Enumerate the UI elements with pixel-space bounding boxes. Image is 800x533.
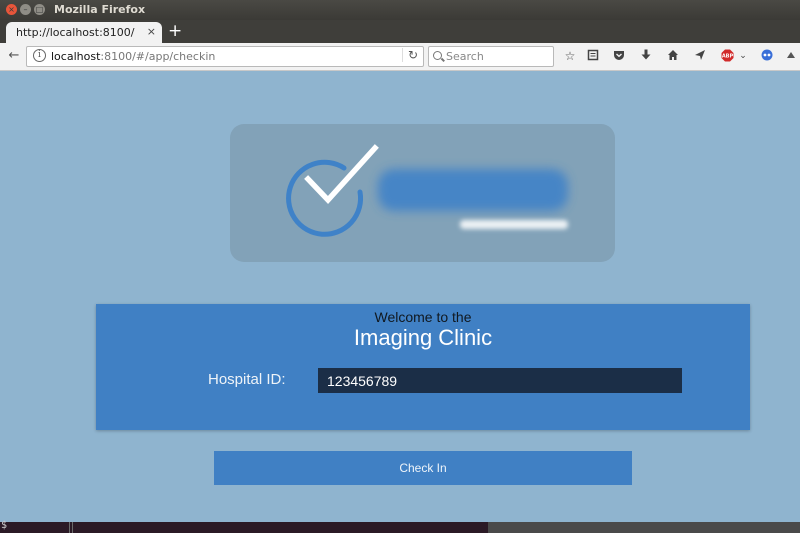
search-icon (433, 51, 442, 60)
welcome-card: Welcome to the Imaging Clinic Hospital I… (96, 304, 750, 430)
url-path: :8100/#/app/checkin (100, 50, 216, 63)
bookmark-star-icon[interactable]: ☆ (563, 49, 577, 63)
tab-bar: http://localhost:8100/ × + (0, 20, 800, 43)
url-text[interactable]: localhost:8100/#/app/checkin (51, 50, 215, 63)
terminal-divider-2 (72, 522, 73, 533)
search-box[interactable]: Search (428, 46, 554, 67)
terminal-prompt: $ (1, 520, 8, 531)
hospital-id-label: Hospital ID: (208, 371, 286, 388)
share-icon[interactable] (693, 49, 707, 63)
terminal-strip: $ (0, 520, 800, 533)
logo-card (230, 124, 615, 262)
search-placeholder: Search (446, 50, 484, 63)
tab-title: http://localhost:8100/ (16, 26, 135, 39)
checkmark-logo-icon (286, 144, 568, 237)
tab-close-icon[interactable]: × (147, 25, 156, 38)
back-arrow-icon[interactable]: ← (6, 48, 22, 64)
window-close-icon[interactable]: × (6, 4, 17, 15)
terminal-right-pane (488, 522, 800, 533)
info-icon[interactable]: i (33, 49, 46, 62)
reload-icon[interactable]: ↻ (401, 48, 418, 62)
extension-icon-2[interactable] (784, 49, 798, 63)
window-maximize-icon[interactable]: □ (34, 4, 45, 15)
terminal-divider (69, 522, 70, 533)
home-icon[interactable] (666, 49, 680, 63)
reading-list-icon[interactable] (586, 49, 600, 63)
tab-localhost[interactable]: http://localhost:8100/ × (6, 22, 162, 43)
url-host: localhost (51, 50, 101, 63)
navigation-bar: ← i localhost:8100/#/app/checkin ↻ Searc… (0, 43, 800, 71)
extension-icon[interactable] (760, 49, 774, 63)
welcome-text: Welcome to the (374, 309, 472, 325)
url-bar[interactable]: i localhost:8100/#/app/checkin ↻ (26, 46, 424, 67)
hospital-id-input[interactable] (318, 368, 682, 393)
svg-text:ABP: ABP (721, 54, 733, 60)
check-in-button[interactable]: Check In (214, 451, 632, 485)
adblock-plus-icon[interactable]: ABP (720, 49, 734, 63)
download-icon[interactable] (639, 49, 653, 63)
app-content: Welcome to the Imaging Clinic Hospital I… (0, 71, 800, 522)
window-minimize-icon[interactable]: – (20, 4, 31, 15)
window-title: Mozilla Firefox (54, 3, 146, 16)
window-titlebar: × – □ Mozilla Firefox (0, 0, 800, 20)
new-tab-icon[interactable]: + (168, 21, 182, 41)
pocket-icon[interactable] (612, 49, 626, 63)
dropdown-chevron-icon[interactable]: ⌄ (738, 49, 748, 63)
clinic-name: Imaging Clinic (353, 325, 493, 350)
